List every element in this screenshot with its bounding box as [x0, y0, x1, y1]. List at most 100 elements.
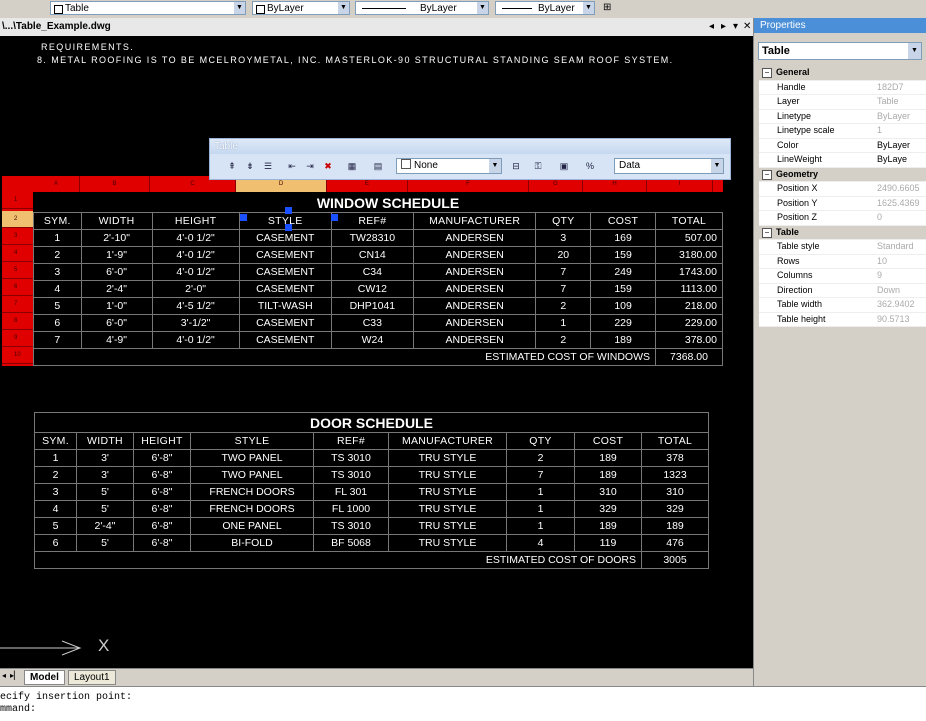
cell-grip-handle[interactable] — [285, 224, 292, 231]
table-cell[interactable]: 310 — [640, 483, 710, 501]
row-label[interactable]: 3 — [2, 228, 33, 245]
insert-block-icon[interactable]: ▣ — [558, 160, 570, 172]
table-cell[interactable]: 1'-9" — [80, 246, 153, 264]
table-toolbar-title[interactable]: Table — [210, 139, 730, 154]
table-cell[interactable]: CASEMENT — [238, 331, 332, 349]
table-cell[interactable]: FRENCH DOORS — [190, 483, 314, 501]
table-cell[interactable]: 378.00 — [655, 331, 723, 349]
insert-row-below-icon[interactable]: ⇟ — [244, 160, 256, 172]
table-cell[interactable]: FL 1000 — [313, 500, 389, 518]
table-cell[interactable]: 229 — [590, 314, 656, 332]
table-cell[interactable]: 6 — [33, 314, 82, 332]
insert-row-above-icon[interactable]: ⇞ — [226, 160, 238, 172]
property-value[interactable]: 9 — [877, 269, 926, 283]
table-cell[interactable]: FL 301 — [313, 483, 389, 501]
row-label[interactable]: 2 — [2, 211, 33, 228]
table-cell[interactable]: 1'-0" — [80, 297, 153, 315]
table-cell[interactable]: 6'-0" — [80, 314, 153, 332]
insert-formula-icon[interactable]: % — [584, 160, 596, 172]
table-cell[interactable]: TILT-WASH — [238, 297, 332, 315]
table-row[interactable]: 2 3' 6'-8" TWO PANEL TS 3010 TRU STYLE 7 189 132… — [34, 466, 710, 484]
table-cell[interactable]: TWO PANEL — [190, 449, 314, 467]
table-row[interactable]: 4 2'-4" 2'-0" CASEMENT CW12 ANDERSEN 7 159 1113.… — [33, 280, 723, 298]
close-document-icon[interactable]: ✕ — [743, 21, 751, 32]
table-cell[interactable]: 189 — [590, 331, 656, 349]
property-row[interactable]: Position Y 1625.4369 — [759, 197, 926, 211]
row-label[interactable]: 4 — [2, 245, 33, 262]
table-cell[interactable]: 189 — [640, 517, 710, 535]
table-row[interactable]: 3 5' 6'-8" FRENCH DOORS FL 301 TRU STYLE 1 310 3… — [34, 483, 710, 501]
table-cell[interactable]: 7 — [506, 466, 575, 484]
cell-grip-handle[interactable] — [240, 214, 247, 221]
table-cell[interactable]: 189 — [574, 449, 642, 467]
table-cell[interactable]: TWO PANEL — [190, 466, 314, 484]
table-cell[interactable]: CASEMENT — [238, 280, 332, 298]
property-value[interactable]: ByLayer — [877, 139, 926, 153]
delete-row-icon[interactable]: ☰ — [262, 160, 274, 172]
table-cell[interactable]: 6'-8" — [133, 500, 191, 518]
document-tab-title[interactable]: \...\Table_Example.dwg — [2, 21, 111, 32]
table-cell[interactable]: 1743.00 — [655, 263, 723, 281]
command-line[interactable]: ecify insertion point: mmand: — [0, 686, 926, 721]
tab-model[interactable]: Model — [24, 670, 65, 685]
table-cell[interactable]: 476 — [640, 534, 710, 552]
table-cell[interactable]: 3 — [33, 263, 82, 281]
property-value[interactable]: 362.9402 — [877, 298, 926, 312]
prev-document-icon[interactable]: ◂ — [709, 21, 714, 32]
table-cell[interactable]: 3 — [535, 229, 592, 247]
row-label[interactable]: 9 — [2, 330, 33, 347]
table-cell[interactable]: 3180.00 — [655, 246, 723, 264]
table-cell[interactable]: 4'-0 1/2" — [151, 263, 240, 281]
table-cell[interactable]: 3' — [76, 466, 134, 484]
property-value[interactable]: 182D7 — [877, 81, 926, 95]
row-label[interactable]: 6 — [2, 279, 33, 296]
table-cell[interactable]: 6'-8" — [133, 534, 191, 552]
collapse-icon[interactable]: − — [762, 169, 772, 180]
property-row[interactable]: Position Z 0 — [759, 211, 926, 226]
property-value[interactable]: ByLaye — [877, 153, 926, 167]
table-cell[interactable]: 329 — [640, 500, 710, 518]
table-cell[interactable]: 4'-9" — [80, 331, 153, 349]
property-row[interactable]: Linetype scale 1 — [759, 124, 926, 139]
property-value[interactable]: 0 — [877, 211, 926, 225]
property-category[interactable]: − General — [759, 66, 926, 81]
properties-title[interactable]: Properties — [754, 18, 926, 33]
table-row[interactable]: 7 4'-9" 4'-0 1/2" CASEMENT W24 ANDERSEN 2 189 37… — [33, 331, 723, 349]
linetype-dropdown[interactable]: ByLayer ▼ — [355, 1, 489, 15]
table-cell[interactable]: CASEMENT — [238, 263, 332, 281]
table-row[interactable]: 6 5' 6'-8" BI-FOLD BF 5068 TRU STYLE 4 119 476 — [34, 534, 710, 552]
table-cell[interactable]: 109 — [590, 297, 656, 315]
window-schedule-table[interactable]: WINDOW SCHEDULE SYM. WIDTH HEIGHT STYLE REF#… — [33, 193, 723, 366]
table-cell[interactable]: 169 — [590, 229, 656, 247]
table-cell[interactable]: CN14 — [330, 246, 414, 264]
table-cell[interactable]: 6'-8" — [133, 483, 191, 501]
table-cell[interactable]: 3'-1/2" — [151, 314, 240, 332]
table-cell[interactable]: 2 — [535, 331, 592, 349]
table-cell[interactable]: 4 — [506, 534, 575, 552]
color-dropdown[interactable]: ByLayer ▼ — [252, 1, 350, 15]
cell-grip-handle[interactable] — [331, 214, 338, 221]
property-row[interactable]: LineWeight ByLaye — [759, 153, 926, 168]
command-prompt[interactable]: mmand: — [0, 704, 36, 715]
property-row[interactable]: Linetype ByLayer — [759, 110, 926, 124]
table-cell[interactable]: BF 5068 — [313, 534, 389, 552]
property-value[interactable]: 2490.6605 — [877, 182, 926, 196]
property-value[interactable]: ByLayer — [877, 110, 926, 124]
table-cell[interactable]: TRU STYLE — [388, 534, 507, 552]
table-cell[interactable]: 1323 — [640, 466, 710, 484]
table-cell[interactable]: 218.00 — [655, 297, 723, 315]
table-cell[interactable]: ONE PANEL — [190, 517, 314, 535]
layer-dropdown[interactable]: Table ▼ — [50, 1, 246, 15]
collapse-icon[interactable]: − — [762, 227, 772, 238]
document-menu-icon[interactable]: ▾ — [733, 21, 738, 32]
tab-scroll-left-icon[interactable]: ◂ — [2, 671, 6, 680]
drawing-canvas[interactable]: REQUIREMENTS. 8. METAL ROOFING IS TO BE … — [0, 36, 753, 668]
table-row[interactable]: 5 2'-4" 6'-8" ONE PANEL TS 3010 TRU STYLE 1 189… — [34, 517, 710, 535]
door-schedule-table[interactable]: DOOR SCHEDULE SYM. WIDTH HEIGHT STYLE REF# MA… — [34, 412, 710, 569]
property-row[interactable]: Layer Table — [759, 95, 926, 110]
table-cell[interactable]: TS 3010 — [313, 466, 389, 484]
table-cell[interactable]: 189 — [574, 517, 642, 535]
row-label[interactable]: 5 — [2, 262, 33, 279]
table-cell[interactable]: 5' — [76, 483, 134, 501]
table-cell[interactable]: 2'-4" — [80, 280, 153, 298]
